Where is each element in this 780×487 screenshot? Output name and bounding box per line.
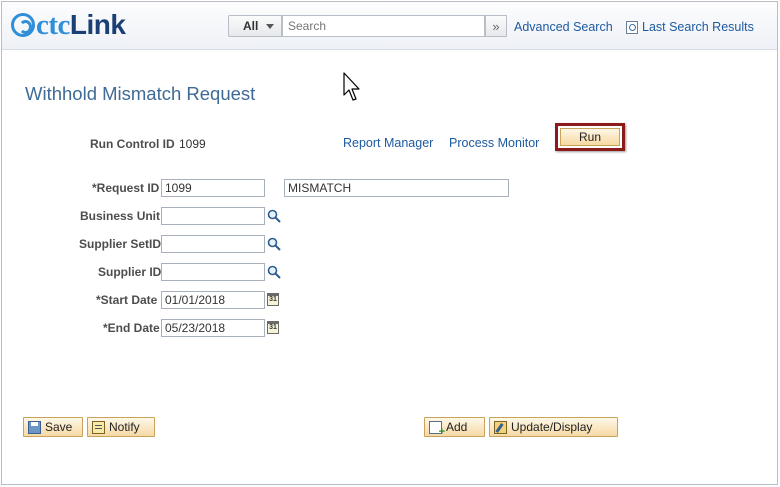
- end-date-label: *End Date: [103, 321, 160, 335]
- run-button-highlight: Run: [555, 123, 625, 151]
- save-button[interactable]: Save: [23, 417, 83, 437]
- start-date-calendar-icon[interactable]: 31: [267, 293, 279, 306]
- search-go-button[interactable]: »: [485, 15, 507, 37]
- notify-button[interactable]: Notify: [87, 417, 155, 437]
- request-id-label: *Request ID: [92, 181, 160, 195]
- add-icon: [429, 420, 445, 438]
- double-chevron-right-icon: »: [492, 18, 500, 34]
- logo-mark-icon: [11, 13, 35, 37]
- run-button[interactable]: Run: [560, 128, 620, 146]
- ctclink-logo[interactable]: ctc Link: [11, 8, 126, 42]
- save-icon: [28, 420, 41, 434]
- update-display-icon: [494, 420, 507, 434]
- last-search-results-link[interactable]: Last Search Results: [642, 20, 754, 34]
- search-scope-label: All: [243, 19, 259, 33]
- page-title: Withhold Mismatch Request: [25, 83, 256, 104]
- notify-icon: [92, 420, 105, 434]
- add-button-label: Add: [446, 420, 468, 434]
- supplier-id-label: Supplier ID: [98, 265, 162, 279]
- start-date-label: *Start Date: [96, 293, 158, 307]
- logo-text-link: Link: [69, 9, 126, 40]
- save-button-label: Save: [45, 420, 73, 434]
- notify-button-label: Notify: [109, 420, 140, 434]
- business-unit-input[interactable]: [161, 207, 265, 225]
- page-frame: ctcLink All » Advanced Search Last Searc…: [1, 1, 778, 485]
- add-button[interactable]: Add: [424, 417, 485, 438]
- supplier-setid-label: Supplier SetID: [79, 237, 162, 251]
- advanced-search-link[interactable]: Advanced Search: [514, 20, 613, 34]
- header-bar: ctcLink All » Advanced Search Last Searc…: [2, 2, 777, 50]
- caret-down-icon: [266, 24, 274, 29]
- report-manager-link[interactable]: Report Manager: [343, 136, 433, 150]
- end-date-calendar-icon[interactable]: 31: [267, 321, 279, 334]
- start-date-input[interactable]: [161, 291, 265, 309]
- mouse-pointer-icon: [343, 72, 360, 101]
- supplier-setid-lookup-icon[interactable]: [267, 237, 281, 251]
- business-unit-label: Business Unit: [80, 209, 161, 223]
- request-id-input[interactable]: [161, 179, 265, 197]
- update-display-button-label: Update/Display: [511, 420, 593, 434]
- process-monitor-link[interactable]: Process Monitor: [449, 136, 539, 150]
- supplier-id-input[interactable]: [161, 263, 265, 281]
- last-search-results-icon[interactable]: [626, 21, 638, 34]
- run-control-id-label: Run Control ID: [90, 137, 175, 151]
- search-scope-dropdown[interactable]: All: [228, 15, 282, 37]
- supplier-setid-input[interactable]: [161, 235, 265, 253]
- update-display-button[interactable]: Update/Display: [489, 417, 618, 437]
- search-input[interactable]: [282, 15, 485, 37]
- business-unit-lookup-icon[interactable]: [267, 209, 281, 223]
- logo-text-ctc: ctc: [36, 8, 70, 41]
- supplier-id-lookup-icon[interactable]: [267, 265, 281, 279]
- run-control-id-value: 1099: [179, 137, 206, 151]
- request-description-field: [284, 179, 509, 197]
- end-date-input[interactable]: [161, 319, 265, 337]
